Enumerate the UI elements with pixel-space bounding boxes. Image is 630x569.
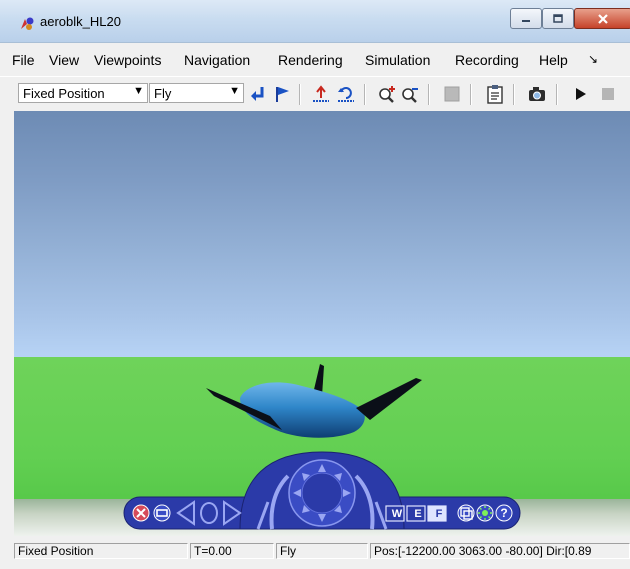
headlight-icon[interactable] [476, 504, 494, 522]
status-position: Pos:[-12200.00 3063.00 -80.00] Dir:[0.89 [370, 543, 630, 559]
flag-icon[interactable] [272, 84, 292, 104]
aircraft-right-wing [356, 378, 422, 420]
toolbar-separator [513, 84, 515, 105]
3d-viewport[interactable]: W E F ? [14, 111, 630, 536]
viewpoint-select[interactable]: Fixed Position ▼ [18, 83, 148, 103]
status-viewpoint: Fixed Position [14, 543, 188, 559]
aircraft-body [240, 382, 365, 438]
zoom-in-icon[interactable] [377, 84, 397, 104]
hl20-aircraft [206, 364, 422, 438]
wall-mode-label: W [391, 508, 403, 520]
window-title: aeroblk_HL20 [40, 14, 121, 29]
disabled-action-icon [444, 86, 460, 102]
chevron-down-icon: ▼ [133, 85, 144, 97]
toolbar: Fixed Position ▼ Fly ▼ [0, 76, 630, 109]
help-label: ? [500, 506, 508, 520]
nav-minimize-icon[interactable] [153, 504, 171, 522]
menu-recording[interactable]: Recording [455, 52, 519, 68]
menu-view[interactable]: View [49, 52, 79, 68]
simulink-3d-icon [21, 17, 34, 30]
straighten-icon[interactable] [311, 84, 331, 104]
chevron-down-icon: ▼ [229, 85, 240, 97]
maximize-icon [553, 13, 563, 23]
close-icon [598, 13, 608, 24]
zoom-out-icon[interactable] [400, 84, 420, 104]
toolbar-separator [299, 84, 301, 105]
minimize-button[interactable] [510, 8, 542, 29]
menu-simulation[interactable]: Simulation [365, 52, 430, 68]
status-time: T=0.00 [190, 543, 274, 559]
fly-mode-label: F [435, 508, 443, 520]
menu-overflow-icon[interactable]: ↘ [588, 52, 598, 66]
toolbar-separator [470, 84, 472, 105]
title-bar: aeroblk_HL20 [0, 0, 630, 43]
toolbar-separator [364, 84, 366, 105]
minimize-icon [522, 19, 530, 22]
toolbar-separator [556, 84, 558, 105]
navigation-select[interactable]: Fly ▼ [149, 83, 244, 103]
clipboard-icon[interactable] [485, 84, 505, 104]
viewpoints-icon[interactable] [457, 504, 475, 522]
close-button[interactable] [574, 8, 630, 29]
status-navigation: Fly [276, 543, 368, 559]
menu-file[interactable]: File [12, 52, 35, 68]
nav-close-icon[interactable] [132, 504, 150, 522]
app-window: aeroblk_HL20 File View Viewpoints Naviga… [0, 0, 630, 569]
return-viewpoint-icon[interactable] [248, 84, 268, 104]
menu-viewpoints[interactable]: Viewpoints [94, 52, 161, 68]
undo-move-icon[interactable] [336, 84, 356, 104]
menu-navigation[interactable]: Navigation [184, 52, 250, 68]
menu-bar: File View Viewpoints Navigation Renderin… [0, 46, 630, 72]
camera-icon[interactable] [527, 84, 547, 104]
maximize-button[interactable] [542, 8, 574, 29]
navigation-select-value: Fly [154, 86, 172, 101]
menu-rendering[interactable]: Rendering [278, 52, 343, 68]
examine-mode-label: E [414, 508, 422, 520]
navigation-panel [123, 451, 521, 530]
status-bar: Fixed Position T=0.00 Fly Pos:[-12200.00… [14, 541, 630, 561]
play-icon[interactable] [570, 84, 590, 104]
toolbar-separator [428, 84, 430, 105]
stop-icon [602, 88, 614, 100]
menu-help[interactable]: Help [539, 52, 568, 68]
viewpoint-select-value: Fixed Position [23, 86, 105, 101]
